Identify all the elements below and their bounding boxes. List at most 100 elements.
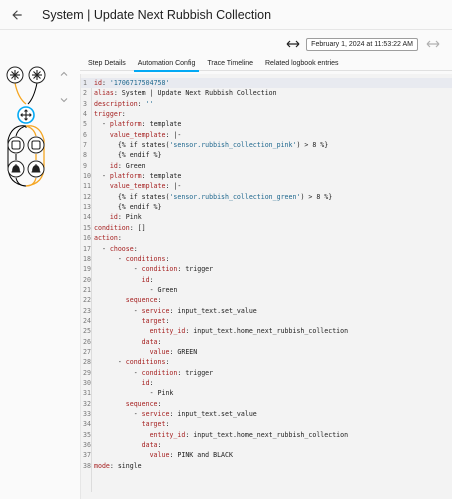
code-line: 11 value_template: |- <box>81 181 452 191</box>
code-line: 21 - Green <box>81 285 452 295</box>
tab-related-logbook-entries[interactable]: Related logbook entries <box>259 58 345 71</box>
chevron-down-icon[interactable] <box>60 96 68 104</box>
code-line: 23 - service: input_text.set_value <box>81 306 452 316</box>
line-number: 23 <box>83 306 91 315</box>
code-text: sequence: <box>125 296 162 305</box>
trigger-node-pink[interactable] <box>28 66 46 84</box>
top-app-bar: System | Update Next Rubbish Collection <box>0 0 452 30</box>
code-text: trigger: <box>94 110 126 119</box>
code-text: - Green <box>94 285 178 294</box>
code-text: - condition: trigger <box>94 368 214 377</box>
code-text: description: '' <box>94 99 154 108</box>
code-line: 29 - condition: trigger <box>81 368 452 378</box>
tab-trace-timeline[interactable]: Trace Timeline <box>201 58 259 71</box>
code-text: {% if states('sensor.rubbish_collection_… <box>94 141 329 150</box>
service-node-green[interactable] <box>7 160 25 178</box>
line-number: 20 <box>83 275 91 284</box>
trigger-node-green[interactable] <box>6 66 24 84</box>
code-text: - choose: <box>94 244 138 253</box>
code-text: data: <box>141 441 162 450</box>
next-trace-button[interactable] <box>426 40 440 48</box>
code-line: 1 id: '1706717504758' <box>81 78 452 89</box>
code-line: 38 mode: single <box>81 461 452 471</box>
code-text: entity_id: input_text.home_next_rubbish_… <box>149 327 349 336</box>
line-number: 13 <box>83 203 91 212</box>
code-text: value: PINK and BLACK <box>149 451 233 460</box>
code-text: target: <box>141 316 170 325</box>
code-line: 7 {% if states('sensor.rubbish_collectio… <box>81 140 452 150</box>
line-number: 1 <box>83 79 87 87</box>
line-number: 6 <box>83 130 87 139</box>
code-text: id: Pink <box>109 213 142 222</box>
code-line: 35 entity_id: input_text.home_next_rubbi… <box>81 430 452 440</box>
code-text: entity_id: input_text.home_next_rubbish_… <box>149 430 349 439</box>
condition-node-pink[interactable] <box>27 136 45 154</box>
line-number: 26 <box>83 337 91 346</box>
code-text: id: '1706717504758' <box>94 79 170 87</box>
yaml-code-editor[interactable]: 1 id: '1706717504758' 2 alias: System | Upd… <box>80 74 452 499</box>
code-line: 13 {% endif %} <box>81 202 452 212</box>
tab-automation-config[interactable]: Automation Config <box>132 58 202 72</box>
code-text: - conditions: <box>94 254 170 263</box>
line-number: 4 <box>83 110 87 119</box>
code-line: 12 {% if states('sensor.rubbish_collecti… <box>81 192 452 202</box>
code-line: 24 target: <box>81 316 452 326</box>
service-node-pink[interactable] <box>27 160 45 178</box>
line-number: 17 <box>83 244 91 253</box>
trace-date-bar: February 1, 2024 at 11:53:22 AM <box>80 31 452 57</box>
code-line: 20 id: <box>81 275 452 285</box>
code-text: value: GREEN <box>149 347 198 356</box>
line-number: 10 <box>83 172 91 181</box>
chevron-up-icon[interactable] <box>60 70 68 78</box>
back-button[interactable] <box>0 0 34 30</box>
code-text: action: <box>94 234 122 243</box>
code-line: 14 id: Pink <box>81 212 452 222</box>
code-line: 16 action: <box>81 233 452 243</box>
code-line: 19 - condition: trigger <box>81 264 452 274</box>
code-text: - conditions: <box>94 358 170 367</box>
code-line: 33 - service: input_text.set_value <box>81 409 452 419</box>
line-number: 27 <box>83 347 91 356</box>
code-line: 31 - Pink <box>81 388 452 398</box>
trace-line <box>15 125 27 137</box>
code-line: 6 value_template: |- <box>81 130 452 140</box>
line-number: 18 <box>83 254 91 263</box>
previous-trace-button[interactable] <box>286 40 300 48</box>
line-number: 9 <box>83 161 87 170</box>
trace-select[interactable]: February 1, 2024 at 11:53:22 AM <box>306 37 418 51</box>
code-lines: 1 id: '1706717504758' 2 alias: System | Upd… <box>81 78 452 471</box>
code-line: 26 data: <box>81 337 452 347</box>
code-line: 4 trigger: <box>81 109 452 119</box>
tab-step-details[interactable]: Step Details <box>82 58 132 71</box>
code-text: condition: [] <box>94 223 146 232</box>
code-text: - platform: template <box>94 172 182 181</box>
code-line: 32 sequence: <box>81 399 452 409</box>
code-text: - platform: template <box>94 120 182 129</box>
line-number: 34 <box>83 420 91 429</box>
arrow-left-icon <box>12 9 22 20</box>
choose-node[interactable] <box>17 106 35 124</box>
trace-path-line <box>25 177 37 187</box>
line-number: 35 <box>83 430 91 439</box>
line-number: 21 <box>83 285 91 294</box>
arrow-left-right-icon <box>426 40 440 48</box>
code-text: sequence: <box>125 399 162 408</box>
trace-graph-svg <box>6 66 46 187</box>
trace-line <box>27 82 38 105</box>
code-line: 15 condition: [] <box>81 223 452 233</box>
code-line: 2 alias: System | Update Next Rubbish Col… <box>81 88 452 98</box>
code-line: 22 sequence: <box>81 295 452 305</box>
line-number: 3 <box>83 99 87 108</box>
code-text: {% if states('sensor.rubbish_collection_… <box>94 192 333 201</box>
arrow-left-right-icon <box>286 40 300 48</box>
code-text: value_template: |- <box>109 182 182 191</box>
line-number: 7 <box>83 141 87 150</box>
code-text: value_template: |- <box>109 130 182 139</box>
code-text: id: <box>141 275 154 284</box>
code-line: 3 description: '' <box>81 99 452 109</box>
code-line: 28 - conditions: <box>81 357 452 367</box>
condition-node-green[interactable] <box>7 136 25 154</box>
line-number: 15 <box>83 223 91 232</box>
code-line: 27 value: GREEN <box>81 347 452 357</box>
line-number: 8 <box>83 151 87 160</box>
